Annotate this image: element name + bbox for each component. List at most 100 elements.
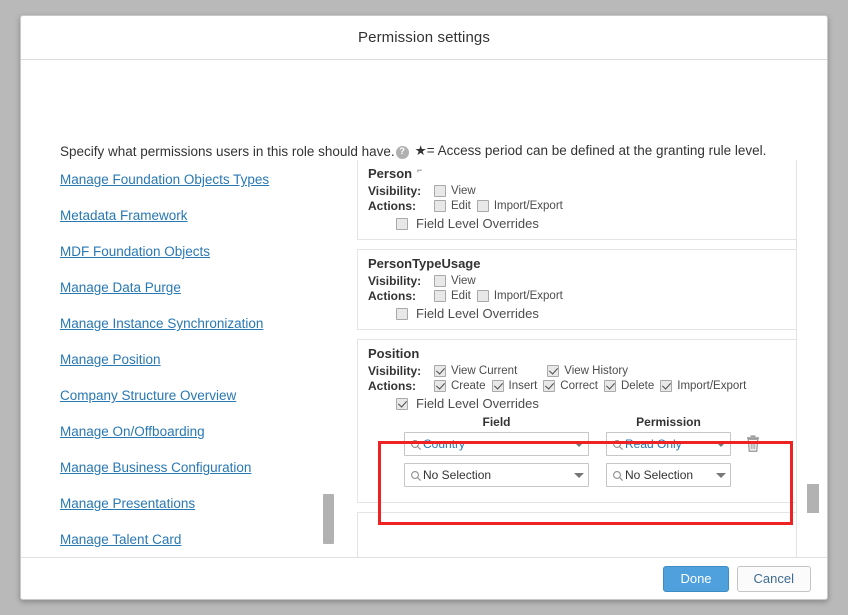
dialog-title: Permission settings bbox=[358, 29, 490, 46]
nav-link-manage-data-purge[interactable]: Manage Data Purge bbox=[60, 280, 335, 295]
permission-card-person: Person ⌐ Visibility: View Actions: Edit … bbox=[357, 160, 797, 240]
checkbox-label-position-correct: Correct bbox=[560, 380, 598, 392]
permission-pane-scrollbar[interactable] bbox=[807, 160, 819, 592]
checkbox-person-view[interactable] bbox=[434, 185, 446, 197]
position-field-level-overrides-row: Field Level Overrides bbox=[396, 396, 786, 411]
permission-select-row-2[interactable]: No Selection bbox=[606, 463, 731, 487]
cancel-button[interactable]: Cancel bbox=[736, 565, 811, 592]
ptu-field-level-overrides-row: Field Level Overrides bbox=[396, 306, 786, 321]
card-title-text: PersonTypeUsage bbox=[368, 256, 481, 271]
chevron-down-icon bbox=[716, 472, 726, 478]
person-actions-row: Actions: Edit Import/Export bbox=[368, 199, 786, 213]
checkbox-person-edit[interactable] bbox=[434, 200, 446, 212]
nav-link-metadata-framework[interactable]: Metadata Framework bbox=[60, 208, 335, 223]
permission-card-next-clipped bbox=[357, 512, 797, 558]
nav-scrollbar-thumb[interactable] bbox=[323, 494, 334, 544]
nav-link-manage-business-configuration[interactable]: Manage Business Configuration bbox=[60, 460, 335, 475]
checkbox-ptu-field-level-overrides[interactable] bbox=[396, 307, 408, 320]
checkbox-label-position-import-export: Import/Export bbox=[677, 380, 747, 392]
search-icon bbox=[612, 469, 624, 481]
nav-link-manage-on-offboarding[interactable]: Manage On/Offboarding bbox=[60, 424, 335, 439]
visibility-label: Visibility: bbox=[368, 184, 422, 198]
nav-link-manage-position[interactable]: Manage Position bbox=[60, 352, 335, 367]
checkbox-label-position-view-current: View Current bbox=[451, 365, 518, 377]
checkbox-person-import-export[interactable] bbox=[476, 200, 489, 212]
checkbox-label-position-delete: Delete bbox=[621, 380, 655, 392]
checkbox-label-position-insert: Insert bbox=[508, 380, 538, 392]
card-title-person-type-usage: PersonTypeUsage bbox=[368, 256, 786, 271]
checkbox-position-view-history[interactable] bbox=[547, 365, 560, 377]
search-icon bbox=[410, 438, 422, 450]
field-select-value-row-1: Country bbox=[423, 437, 466, 451]
field-select-row-2[interactable]: No Selection bbox=[404, 463, 589, 487]
field-select-value-row-2: No Selection bbox=[423, 468, 492, 482]
nav-link-manage-foundation-objects-types[interactable]: Manage Foundation Objects Types bbox=[60, 172, 335, 187]
checkbox-position-create[interactable] bbox=[434, 380, 446, 392]
checkbox-label-person-edit: Edit bbox=[451, 200, 471, 212]
permission-select-row-1[interactable]: Read Only bbox=[606, 432, 731, 456]
nav-link-manage-talent-card[interactable]: Manage Talent Card bbox=[60, 532, 335, 547]
actions-label: Actions: bbox=[368, 289, 416, 303]
field-table-row: No Selection No Selection bbox=[368, 463, 786, 487]
person-visibility-row: Visibility: View bbox=[368, 184, 786, 198]
search-icon bbox=[410, 469, 422, 481]
column-header-permission: Permission bbox=[636, 415, 701, 429]
field-table-header: Field Permission bbox=[368, 415, 786, 429]
permission-card-person-type-usage: PersonTypeUsage Visibility: View Actions… bbox=[357, 249, 797, 330]
label-person-field-level-overrides: Field Level Overrides bbox=[416, 216, 539, 231]
checkbox-label-position-view-history: View History bbox=[564, 365, 628, 377]
trash-icon[interactable] bbox=[744, 434, 762, 454]
star-note: ★= Access period can be defined at the g… bbox=[414, 143, 767, 158]
question-mark-circle-icon[interactable]: ? bbox=[395, 145, 409, 159]
checkbox-position-view-current[interactable] bbox=[434, 365, 446, 377]
checkbox-label-ptu-view: View bbox=[451, 275, 476, 287]
permission-detail-pane: Person ⌐ Visibility: View Actions: Edit … bbox=[357, 160, 797, 592]
person-field-level-overrides-row: Field Level Overrides bbox=[396, 216, 786, 231]
dialog-body: Specify what permissions users in this r… bbox=[21, 60, 827, 590]
checkbox-position-import-export[interactable] bbox=[660, 380, 673, 392]
permission-select-value-row-1: Read Only bbox=[625, 437, 682, 451]
card-title-text: Position bbox=[368, 346, 420, 361]
checkbox-label-person-import-export: Import/Export bbox=[493, 200, 563, 212]
actions-label: Actions: bbox=[368, 199, 416, 213]
permission-pane-scrollbar-thumb[interactable] bbox=[807, 484, 819, 513]
chevron-down-icon bbox=[716, 441, 726, 447]
field-level-overrides-table: Field Permission Country Read Only No Se… bbox=[368, 415, 786, 487]
checkbox-ptu-view[interactable] bbox=[434, 275, 446, 287]
done-button[interactable]: Done bbox=[663, 565, 729, 592]
dialog-footer: Done Cancel bbox=[21, 557, 827, 599]
nav-link-company-structure-overview[interactable]: Company Structure Overview bbox=[60, 388, 335, 403]
checkbox-label-ptu-import-export: Import/Export bbox=[493, 290, 563, 302]
actions-label: Actions: bbox=[368, 379, 416, 393]
intro-row: Specify what permissions users in this r… bbox=[60, 143, 766, 159]
visibility-label: Visibility: bbox=[368, 364, 422, 378]
ptu-actions-row: Actions: Edit Import/Export bbox=[368, 289, 786, 303]
checkbox-position-delete[interactable] bbox=[604, 380, 616, 392]
checkbox-ptu-edit[interactable] bbox=[434, 290, 446, 302]
intro-text: Specify what permissions users in this r… bbox=[60, 143, 395, 159]
visibility-label: Visibility: bbox=[368, 274, 422, 288]
search-icon bbox=[612, 438, 624, 450]
checkbox-person-field-level-overrides[interactable] bbox=[396, 217, 408, 230]
dialog-header: Permission settings bbox=[21, 16, 827, 60]
checkbox-ptu-import-export[interactable] bbox=[476, 290, 489, 302]
permission-card-position: Position Visibility: View Current View H… bbox=[357, 339, 797, 503]
nav-link-manage-presentations[interactable]: Manage Presentations bbox=[60, 496, 335, 511]
label-position-field-level-overrides: Field Level Overrides bbox=[416, 396, 539, 411]
nav-scrollbar[interactable] bbox=[323, 172, 334, 557]
ptu-visibility-row: Visibility: View bbox=[368, 274, 786, 288]
permission-settings-dialog: Permission settings Specify what permiss… bbox=[20, 15, 828, 600]
card-title-text: Person bbox=[368, 166, 413, 181]
nav-link-mdf-foundation-objects[interactable]: MDF Foundation Objects bbox=[60, 244, 335, 259]
nav-link-manage-instance-synchronization[interactable]: Manage Instance Synchronization bbox=[60, 316, 335, 331]
permission-select-value-row-2: No Selection bbox=[625, 468, 694, 482]
checkbox-label-ptu-edit: Edit bbox=[451, 290, 471, 302]
card-title-position: Position bbox=[368, 346, 786, 361]
permission-category-nav: Manage Foundation Objects Types Metadata… bbox=[60, 172, 335, 557]
card-title-person: Person ⌐ bbox=[368, 165, 786, 181]
checkbox-position-insert[interactable] bbox=[491, 380, 504, 392]
field-select-row-1[interactable]: Country bbox=[404, 432, 589, 456]
checkbox-position-correct[interactable] bbox=[543, 380, 556, 392]
checkbox-position-field-level-overrides[interactable] bbox=[396, 397, 408, 410]
field-table-row: Country Read Only bbox=[368, 432, 786, 456]
